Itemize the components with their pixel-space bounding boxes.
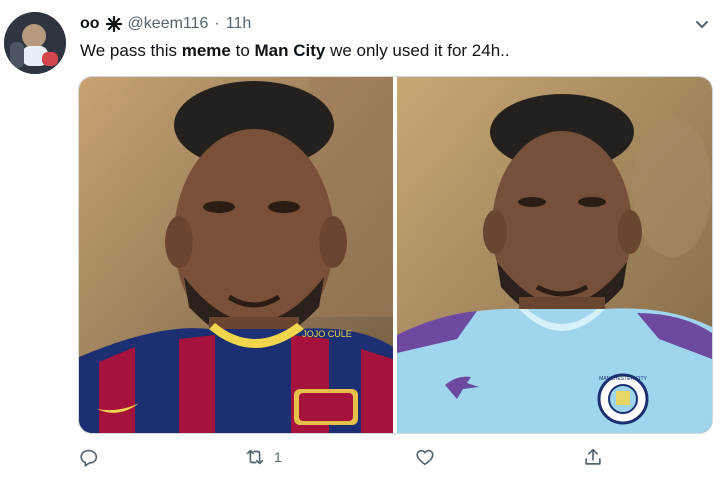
tweet-header: oo @keem116 · 11h: [80, 14, 251, 34]
share-icon: [585, 448, 601, 465]
shirt-text-right: MANCHESTER CITY: [599, 376, 647, 382]
tweet-actions: 1: [0, 444, 720, 476]
retweet-icon: [246, 449, 264, 465]
separator-dot: ·: [214, 15, 220, 32]
tweet-text: We pass this meme to Man City we only us…: [80, 41, 510, 60]
retweet-button[interactable]: 1: [244, 446, 282, 468]
like-button[interactable]: [414, 446, 444, 468]
reply-icon: [80, 449, 98, 467]
tweet[interactable]: oo @keem116 · 11h We pass this meme to M…: [0, 0, 720, 480]
retweet-count: 1: [274, 449, 282, 465]
image-barcelona-shirt[interactable]: JOJO CULE: [79, 77, 393, 433]
avatar[interactable]: [4, 12, 66, 74]
display-name[interactable]: oo: [80, 15, 100, 33]
shirt-text-left: JOJO CULE: [302, 329, 352, 339]
timestamp[interactable]: 11h: [226, 15, 252, 33]
image-man-city-shirt[interactable]: MANCHESTER CITY: [397, 77, 712, 433]
handle[interactable]: @keem116: [128, 15, 209, 33]
like-icon: [416, 449, 434, 466]
media-grid[interactable]: JOJO CULE MANCHESTER CITY: [78, 76, 713, 434]
sparkle-icon: [105, 15, 122, 33]
reply-button[interactable]: [78, 446, 108, 468]
share-button[interactable]: [582, 446, 604, 468]
chevron-down-icon[interactable]: [692, 14, 712, 34]
